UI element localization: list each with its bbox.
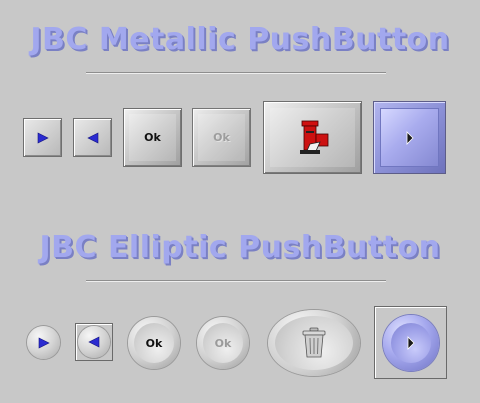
ok-label: Ok bbox=[144, 131, 161, 144]
trash-can-icon bbox=[300, 327, 328, 359]
chevron-right-icon bbox=[405, 130, 415, 145]
metallic-section-title: JBC Metallic PushButton bbox=[30, 22, 450, 57]
elliptic-play-right-button[interactable] bbox=[27, 326, 60, 359]
metallic-mailbox-button[interactable] bbox=[263, 101, 362, 174]
play-left-arrow-icon bbox=[86, 132, 99, 144]
elliptic-trash-button[interactable] bbox=[268, 310, 360, 376]
elliptic-next-button[interactable] bbox=[374, 306, 447, 379]
play-right-arrow-icon bbox=[38, 337, 50, 349]
metallic-play-left-button[interactable] bbox=[73, 118, 112, 157]
ok-disabled-label: Ok bbox=[214, 336, 232, 350]
elliptic-play-left-button[interactable] bbox=[75, 323, 113, 361]
mailbox-icon bbox=[296, 118, 330, 158]
chevron-right-icon bbox=[406, 336, 416, 350]
elliptic-ok-button[interactable]: Ok bbox=[128, 317, 180, 369]
play-right-arrow-icon bbox=[37, 132, 49, 144]
elliptic-section-title: JBC Elliptic PushButton bbox=[39, 230, 441, 265]
metallic-next-button[interactable] bbox=[373, 101, 446, 174]
metallic-ok-button[interactable]: Ok bbox=[123, 108, 182, 167]
play-left-arrow-icon bbox=[88, 336, 100, 348]
elliptic-divider bbox=[86, 280, 386, 282]
metallic-play-right-button[interactable] bbox=[23, 118, 62, 157]
elliptic-ok-disabled-button: Ok bbox=[197, 317, 249, 369]
metallic-ok-disabled-button: Ok bbox=[192, 108, 251, 167]
metallic-divider bbox=[86, 72, 386, 74]
ok-disabled-label: Ok bbox=[213, 131, 230, 144]
ok-label: Ok bbox=[145, 336, 163, 350]
